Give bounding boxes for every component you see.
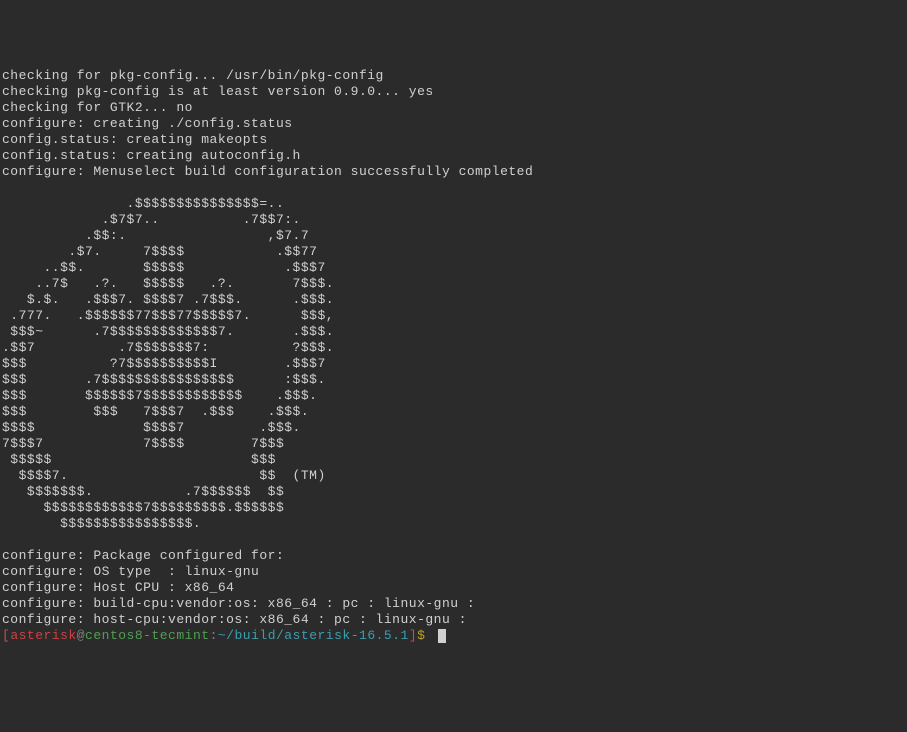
output-line: configure: Menuselect build configuratio…	[2, 164, 533, 179]
ascii-art-line: ..$$. $$$$$ .$$$7	[2, 260, 334, 275]
ascii-art-line: .$$:. ,$7.7	[2, 228, 334, 243]
ascii-art-line: $$$~ .7$$$$$$$$$$$$$7. .$$$.	[2, 324, 334, 339]
ascii-art-line: $$$ ?7$$$$$$$$$$I .$$$7	[2, 356, 334, 371]
terminal-output: checking for pkg-config... /usr/bin/pkg-…	[2, 68, 905, 644]
output-line: configure: build-cpu:vendor:os: x86_64 :…	[2, 596, 475, 611]
output-line: checking for pkg-config... /usr/bin/pkg-…	[2, 68, 384, 83]
output-line: configure: host-cpu:vendor:os: x86_64 : …	[2, 612, 467, 627]
prompt-user: asterisk	[10, 628, 76, 643]
output-line: configure: OS type : linux-gnu	[2, 564, 259, 579]
prompt-path: ~/build/asterisk-16.5.1	[218, 628, 409, 643]
shell-prompt[interactable]: [asterisk@centos8-tecmint:~/build/asteri…	[2, 628, 446, 643]
ascii-art-line: $$$ $$$$$$7$$$$$$$$$$$$ .$$$.	[2, 388, 334, 403]
ascii-art-line: $$$$$$$$$$$$$$$$.	[2, 516, 334, 531]
ascii-art-line: $$$ .7$$$$$$$$$$$$$$$$ :$$$.	[2, 372, 334, 387]
output-line: checking for GTK2... no	[2, 100, 193, 115]
ascii-art-line: .$7$7.. .7$$7:.	[2, 212, 334, 227]
ascii-art-line: ..7$ .?. $$$$$ .?. 7$$$.	[2, 276, 334, 291]
ascii-art-line: $$$$$ $$$	[2, 452, 334, 467]
ascii-art-line: $.$. .$$$7. $$$$7 .7$$$. .$$$.	[2, 292, 334, 307]
prompt-host: centos8-tecmint	[85, 628, 210, 643]
cursor-icon	[438, 629, 446, 643]
prompt-colon: :	[210, 628, 218, 643]
ascii-art-line: 7$$$7 7$$$$ 7$$$	[2, 436, 334, 451]
output-line: configure: creating ./config.status	[2, 116, 293, 131]
ascii-art-line: .$7. 7$$$$ .$$77	[2, 244, 334, 259]
ascii-art-line: $$$$ $$$$7 .$$$.	[2, 420, 334, 435]
output-line: configure: Host CPU : x86_64	[2, 580, 234, 595]
output-line: checking pkg-config is at least version …	[2, 84, 434, 99]
ascii-art-line: .777. .$$$$$$77$$$77$$$$$7. $$$,	[2, 308, 334, 323]
output-line: config.status: creating autoconfig.h	[2, 148, 301, 163]
ascii-art-line: $$$ $$$ 7$$$7 .$$$ .$$$.	[2, 404, 334, 419]
ascii-art-line: $$$$$$$. .7$$$$$$ $$	[2, 484, 334, 499]
ascii-art-line: $$$$7. $$ (TM)	[2, 468, 326, 483]
prompt-close-bracket: ]	[409, 628, 417, 643]
ascii-art-line: .$$$$$$$$$$$$$$$=..	[2, 196, 334, 211]
ascii-art-line: .$$7 .7$$$$$$$7: ?$$$.	[2, 340, 334, 355]
prompt-dollar: $	[417, 628, 434, 643]
output-line: configure: Package configured for:	[2, 548, 284, 563]
ascii-art-line: $$$$$$$$$$$$7$$$$$$$$$.$$$$$$	[2, 500, 334, 515]
prompt-at: @	[77, 628, 85, 643]
output-line: config.status: creating makeopts	[2, 132, 268, 147]
